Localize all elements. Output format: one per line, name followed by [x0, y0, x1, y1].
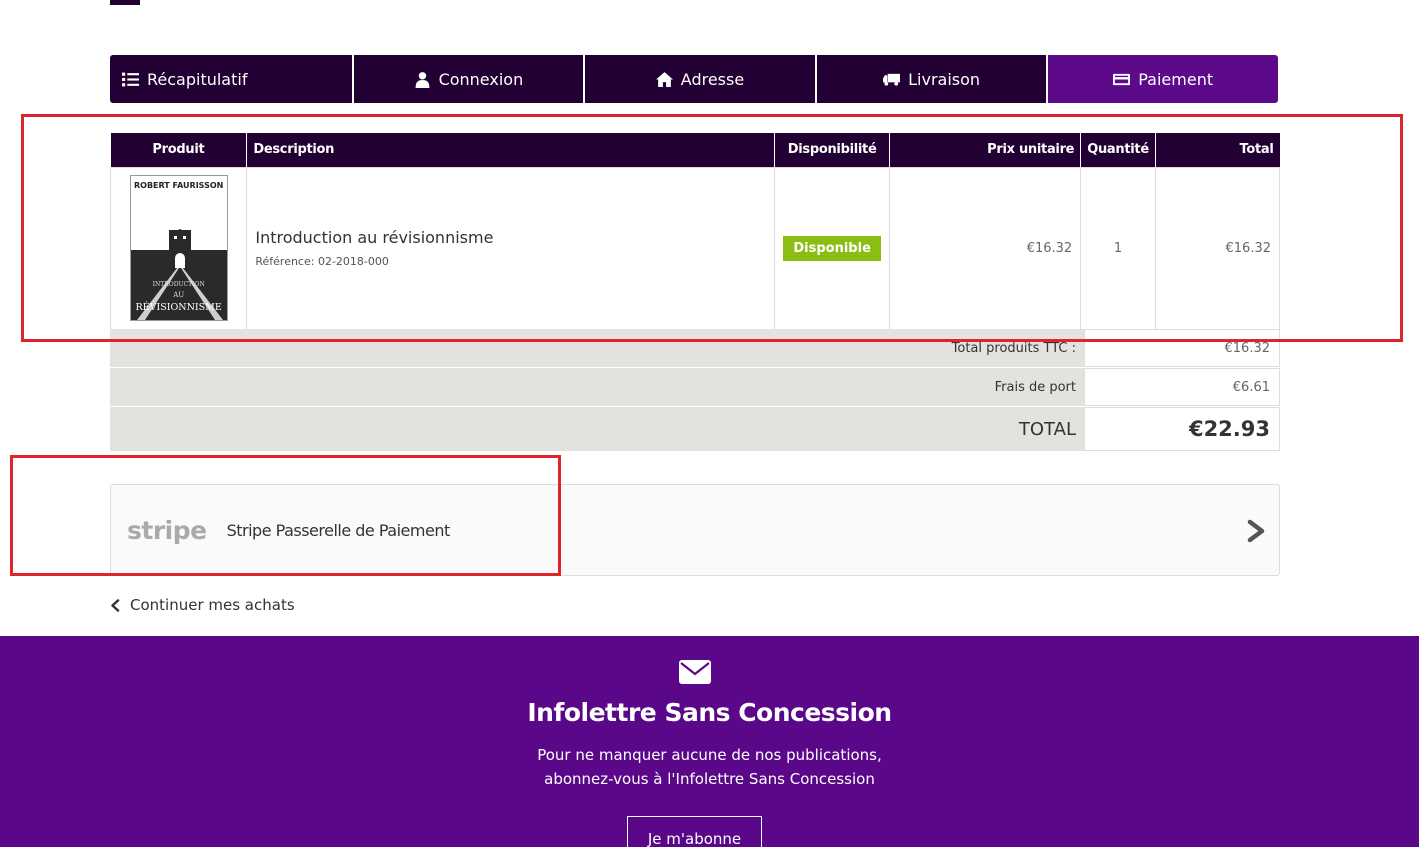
shipping-label: Frais de port [110, 368, 1084, 406]
shipping-row: Frais de port €6.61 [110, 368, 1280, 407]
cover-title-line1: INTRODUCTION [152, 281, 205, 288]
chevron-right-icon [1247, 519, 1265, 543]
col-description: Description [246, 133, 776, 167]
home-icon [655, 71, 673, 87]
credit-card-icon [1113, 73, 1131, 85]
step-label: Connexion [438, 69, 524, 89]
newsletter-line-2: abonnez-vous à l'Infolettre Sans Concess… [544, 770, 875, 788]
stripe-logo: stripe [127, 515, 207, 545]
description-cell: Introduction au révisionnisme Référence:… [246, 166, 776, 330]
step-label: Paiement [1138, 69, 1214, 89]
quantity-cell: 1 [1080, 166, 1156, 330]
continue-shopping-label: Continuer mes achats [130, 596, 295, 614]
product-cell: ROBERT FAURISSON INTRODUCTION AU RÉVISIO… [109, 166, 248, 330]
cover-title-line2: AU [173, 291, 185, 299]
step-label: Adresse [680, 69, 745, 89]
user-icon [415, 71, 429, 88]
step-summary[interactable]: Récapitulatif [110, 55, 354, 103]
cover-title-line3: RÉVISIONNISME [135, 302, 222, 313]
continue-shopping-link[interactable]: Continuer mes achats [110, 596, 295, 614]
newsletter-line-1: Pour ne manquer aucune de nos publicatio… [537, 746, 882, 764]
grand-total-label: TOTAL [110, 407, 1084, 451]
newsletter-section: Infolettre Sans Concession Pour ne manqu… [0, 636, 1419, 847]
cart-header-row: Produit Description Disponibilité Prix u… [110, 133, 1280, 167]
cart-totals: Total produits TTC : €16.32 Frais de por… [110, 329, 1280, 452]
col-unit-price: Prix unitaire [889, 133, 1082, 167]
stripe-payment-option[interactable]: stripe Stripe Passerelle de Paiement [110, 484, 1280, 576]
newsletter-title: Infolettre Sans Concession [527, 698, 892, 727]
shipping-value: €6.61 [1084, 368, 1280, 406]
envelope-icon [679, 660, 711, 684]
grand-total-value: €22.93 [1084, 407, 1280, 451]
line-total-cell: €16.32 [1154, 166, 1281, 330]
subscribe-button[interactable]: Je m'abonne [627, 816, 762, 847]
products-total-value: €16.32 [1084, 329, 1280, 367]
checkout-steps: Récapitulatif Connexion Adresse Livraiso… [110, 55, 1278, 103]
chevron-left-icon [111, 598, 120, 612]
unit-price-cell: €16.32 [888, 166, 1082, 330]
payment-option-label: Stripe Passerelle de Paiement [226, 520, 451, 540]
availability-cell: Disponible [774, 166, 890, 330]
cart-table: Produit Description Disponibilité Prix u… [109, 133, 1281, 330]
grand-total-row: TOTAL €22.93 [110, 407, 1280, 452]
product-image[interactable]: ROBERT FAURISSON INTRODUCTION AU RÉVISIO… [129, 175, 228, 321]
col-total: Total [1155, 133, 1280, 167]
step-shipping[interactable]: Livraison [816, 55, 1049, 103]
step-label: Récapitulatif [147, 69, 248, 89]
step-address[interactable]: Adresse [585, 55, 817, 103]
step-login[interactable]: Connexion [353, 55, 586, 103]
table-row: ROBERT FAURISSON INTRODUCTION AU RÉVISIO… [109, 166, 1281, 330]
cover-author: ROBERT FAURISSON [133, 181, 224, 190]
top-bar-fragment [110, 0, 140, 5]
truck-icon [883, 73, 901, 86]
col-availability: Disponibilité [774, 133, 890, 167]
step-payment[interactable]: Paiement [1048, 55, 1278, 103]
products-total-row: Total produits TTC : €16.32 [110, 329, 1280, 368]
step-label: Livraison [908, 69, 981, 89]
newsletter-description: Pour ne manquer aucune de nos publicatio… [0, 743, 1419, 791]
list-icon [122, 72, 139, 86]
col-product: Produit [110, 133, 248, 167]
product-reference: Référence: 02-2018-000 [255, 255, 389, 268]
col-quantity: Quantité [1080, 133, 1156, 167]
availability-badge: Disponible [783, 235, 881, 261]
products-total-label: Total produits TTC : [110, 329, 1084, 367]
product-name[interactable]: Introduction au révisionnisme [255, 228, 766, 247]
